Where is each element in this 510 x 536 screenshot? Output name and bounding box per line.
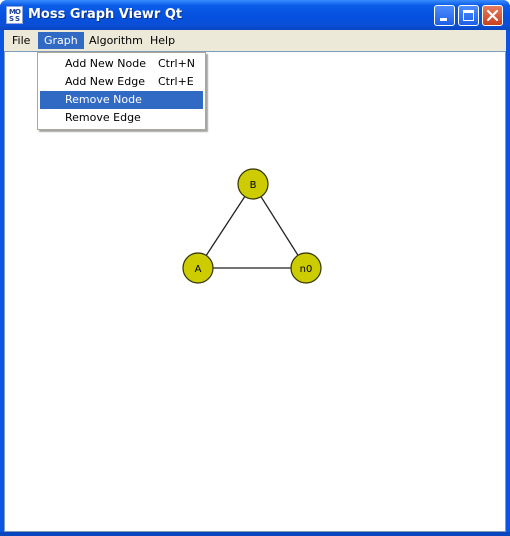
close-button[interactable] [482,5,503,26]
menu-item-label: Add New Node [65,57,146,70]
menu-item-label: Remove Node [65,93,142,106]
window-title: Moss Graph Viewr Qt [28,7,183,22]
graph-node-label: n0 [300,264,313,275]
menu-item-label: Remove Edge [65,111,141,124]
menu-item-label: Add New Edge [65,75,145,88]
menu-algorithm[interactable]: Algorithm [83,32,149,49]
menu-item-shortcut: Ctrl+E [158,75,194,88]
menu-item-add-new-edge[interactable]: Add New Edge Ctrl+E [40,73,203,91]
app-icon-letter: S [9,15,14,23]
maximize-icon [463,10,474,21]
app-icon: M O S S [6,6,23,24]
minimize-icon [440,18,447,21]
maximize-button[interactable] [458,5,479,26]
menu-item-add-new-node[interactable]: Add New Node Ctrl+N [40,55,203,73]
title-bar[interactable]: M O S S Moss Graph Viewr Qt [0,0,510,30]
menu-file[interactable]: File [6,32,36,49]
menu-item-remove-node[interactable]: Remove Node [40,91,203,109]
menu-help[interactable]: Help [144,32,181,49]
graph-node-label: A [195,264,202,275]
menu-item-remove-edge[interactable]: Remove Edge [40,109,203,127]
minimize-button[interactable] [434,5,455,26]
graph-dropdown-menu: Add New Node Ctrl+N Add New Edge Ctrl+E … [37,52,206,130]
menu-item-shortcut: Ctrl+N [158,57,196,70]
window-border [0,532,510,536]
close-icon [486,9,499,22]
app-icon-letter: S [15,15,20,23]
menu-graph[interactable]: Graph [38,32,84,49]
menu-bar: File Graph Algorithm Help [4,30,506,51]
graph-node-label: B [250,180,257,191]
